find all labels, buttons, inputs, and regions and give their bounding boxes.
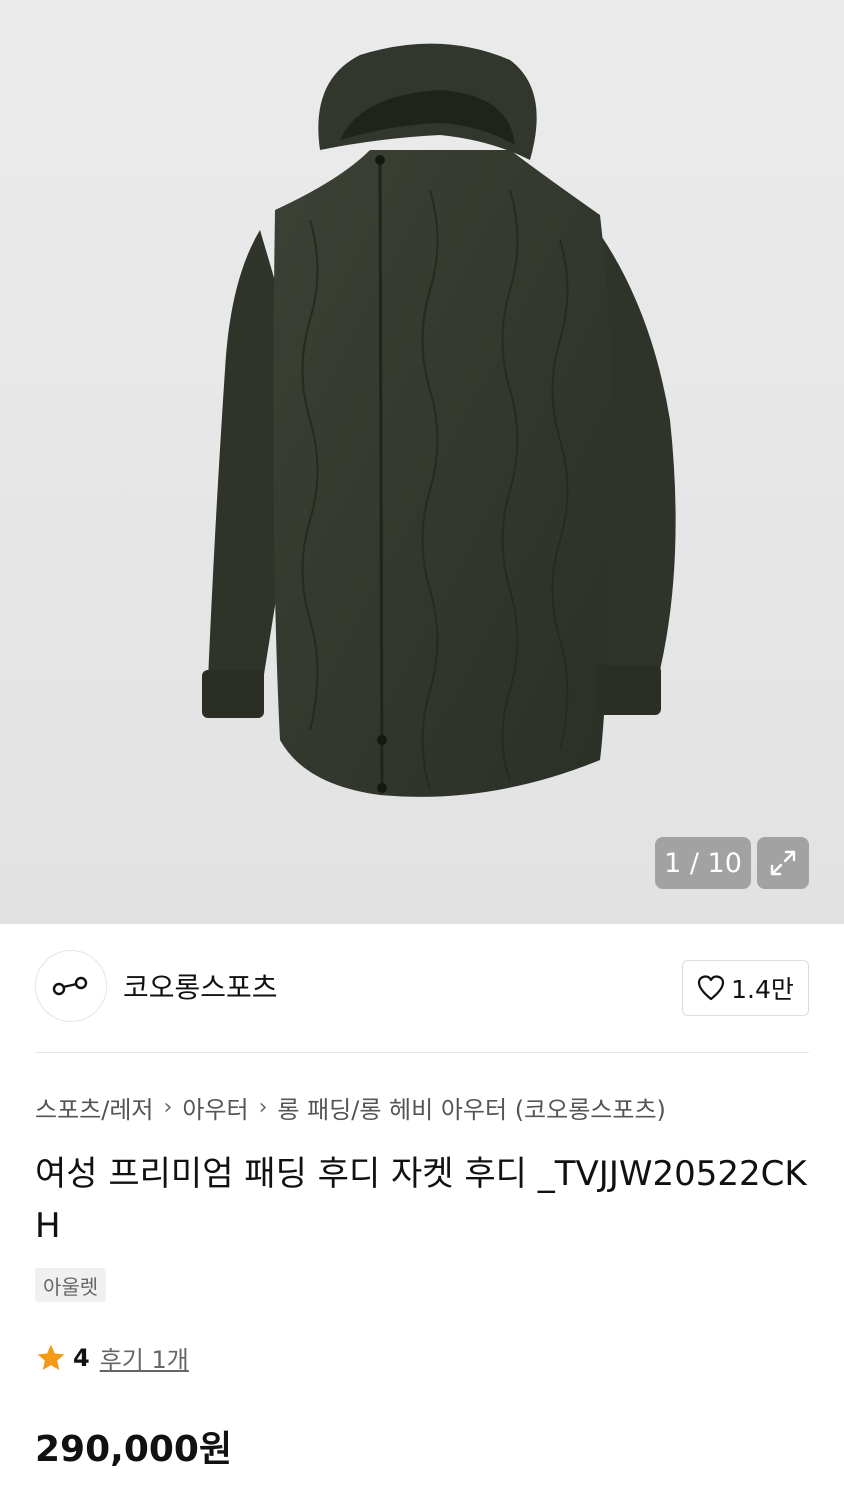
brand-logo[interactable] (35, 950, 107, 1022)
chevron-right-icon: › (258, 1095, 268, 1120)
breadcrumb-item-long-padding[interactable]: 롱 패딩/롱 헤비 아우터 (코오롱스포츠) (277, 1090, 666, 1125)
product-title: 여성 프리미엄 패딩 후디 자켓 후디 _TVJJW20522CKH (35, 1154, 807, 1246)
rating-row: 4 후기 1개 (35, 1340, 189, 1375)
breadcrumb-item-sports[interactable]: 스포츠/레저 (35, 1090, 154, 1125)
breadcrumb-item-outer[interactable]: 아우터 (182, 1090, 248, 1125)
breadcrumb: 스포츠/레저 › 아우터 › 롱 패딩/롱 헤비 아우터 (코오롱스포츠) (35, 1090, 666, 1125)
outlet-tag: 아울렛 (35, 1268, 107, 1302)
brand-logo-icon (52, 976, 88, 996)
brand-name[interactable]: 코오롱스포츠 (123, 966, 278, 1006)
chevron-right-icon: › (163, 1095, 173, 1120)
star-icon (37, 1344, 65, 1370)
like-count: 1.4만 (731, 975, 794, 1004)
brand-row: 코오롱스포츠 1.4만 (35, 950, 809, 1026)
product-photo[interactable] (190, 40, 690, 810)
product-price: 290,000원 (35, 1429, 233, 1470)
divider (35, 1052, 809, 1053)
expand-button[interactable] (757, 837, 809, 889)
rating-score: 4 (73, 1343, 90, 1372)
image-counter: 1 / 10 (655, 837, 751, 889)
heart-icon (698, 975, 725, 1001)
review-count-link[interactable]: 후기 1개 (100, 1340, 189, 1375)
like-button[interactable]: 1.4만 (682, 960, 809, 1016)
product-image-gallery[interactable]: 1 / 10 (0, 0, 844, 924)
expand-icon (770, 850, 796, 876)
